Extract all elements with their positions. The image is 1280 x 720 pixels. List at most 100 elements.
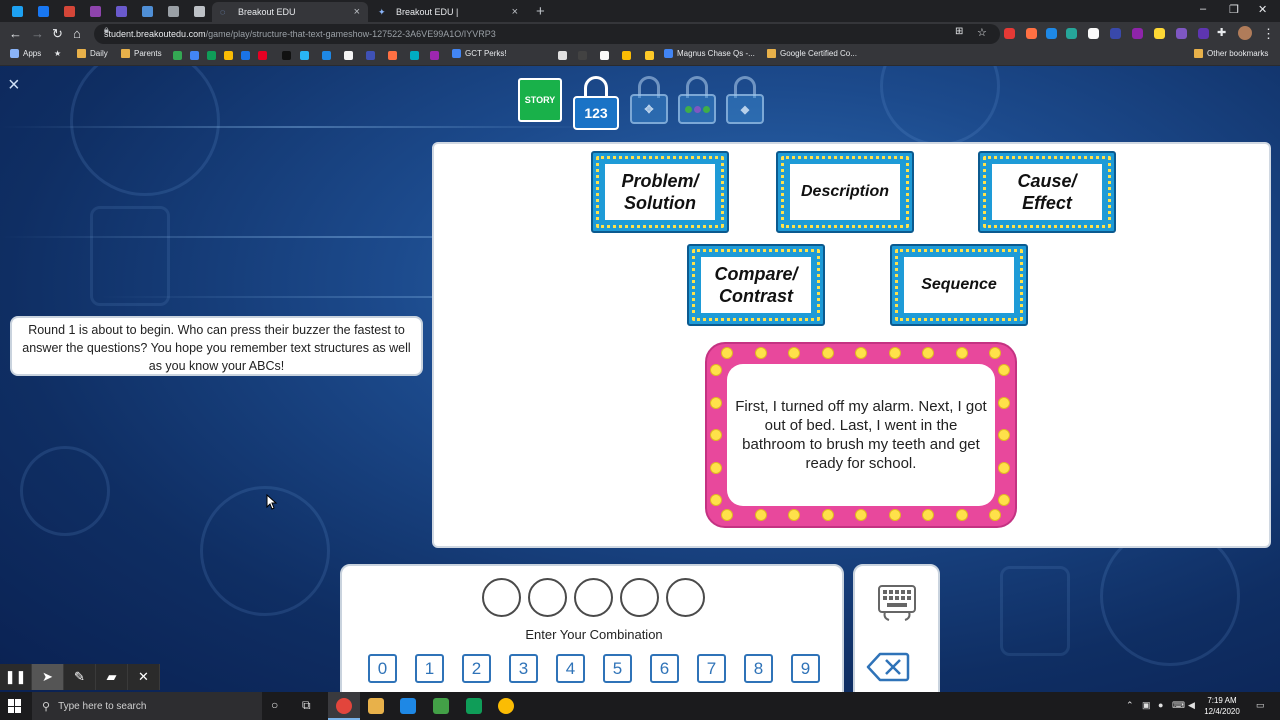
answer-cause-effect[interactable]: Cause/Effect — [978, 151, 1116, 233]
close-tools-icon[interactable]: ✕ — [128, 664, 160, 690]
tray-chevron-icon[interactable]: ⌃ — [1126, 700, 1134, 711]
pinned-tab-c[interactable] — [110, 3, 132, 20]
pinned-tab-twitter[interactable] — [6, 3, 28, 20]
bookmark-parents[interactable]: Parents — [121, 49, 162, 58]
bookmark-gct-perks[interactable]: GCT Perks! — [452, 49, 507, 58]
digit-key-0[interactable]: 0 — [368, 654, 397, 683]
forward-icon[interactable]: → — [31, 26, 44, 41]
pinned-tab-photos[interactable] — [162, 3, 184, 20]
notifications-icon[interactable]: ▭ — [1256, 700, 1265, 711]
tray-app-icon[interactable]: ▣ — [1142, 700, 1151, 711]
android-icon[interactable] — [433, 698, 449, 714]
tab-breakout-edu[interactable]: ◌ Breakout EDU × — [212, 2, 368, 22]
bookmark-icon[interactable] — [410, 51, 419, 60]
tab-close-icon[interactable]: × — [512, 6, 518, 18]
digit-key-1[interactable]: 1 — [415, 654, 444, 683]
back-icon[interactable]: ← — [9, 26, 22, 41]
combination-slot[interactable] — [482, 578, 521, 617]
cortana-icon[interactable]: ○ — [271, 698, 278, 712]
digit-key-4[interactable]: 4 — [556, 654, 585, 683]
bookmark-icon[interactable] — [645, 51, 654, 60]
chrome-icon[interactable] — [336, 698, 352, 714]
directional-lock[interactable]: ✥ — [626, 76, 672, 132]
pinned-tab-facebook[interactable] — [32, 3, 54, 20]
bookmark-star-icon[interactable]: ☆ — [977, 26, 987, 39]
puzzle-icon[interactable]: ✚ — [1217, 26, 1226, 39]
digit-key-9[interactable]: 9 — [791, 654, 820, 683]
window-close-icon[interactable]: ✕ — [1258, 3, 1267, 16]
extension-icon[interactable] — [1154, 28, 1165, 39]
shape-lock[interactable]: ◆ — [722, 76, 768, 132]
extension-icon[interactable] — [1132, 28, 1143, 39]
pinterest-icon[interactable] — [258, 51, 267, 60]
menu-icon[interactable]: ⋮ — [1262, 26, 1275, 42]
answer-compare-contrast[interactable]: Compare/Contrast — [687, 244, 825, 326]
digit-key-3[interactable]: 3 — [509, 654, 538, 683]
bookmark-other[interactable]: Other bookmarks — [1194, 49, 1268, 58]
extension-icon[interactable] — [1046, 28, 1057, 39]
highlighter-tool-icon[interactable]: ▰ — [96, 664, 128, 690]
home-icon[interactable]: ⌂ — [73, 26, 81, 41]
pinned-tab-gmail[interactable] — [58, 3, 80, 20]
system-clock[interactable]: 7:19 AM 12/4/2020 — [1200, 695, 1244, 717]
combination-slot[interactable] — [574, 578, 613, 617]
maximize-icon[interactable]: ❐ — [1229, 3, 1239, 16]
tab-breakout-edu-2[interactable]: ✦ Breakout EDU | × — [370, 2, 526, 22]
combination-slot[interactable] — [620, 578, 659, 617]
extension-icon[interactable] — [1004, 28, 1015, 39]
digit-key-7[interactable]: 7 — [697, 654, 726, 683]
bookmark-star[interactable]: ★ — [54, 49, 61, 58]
digit-key-6[interactable]: 6 — [650, 654, 679, 683]
bookmark-icon[interactable] — [366, 51, 375, 60]
extension-icon[interactable] — [1198, 28, 1209, 39]
extension-icon[interactable] — [1088, 28, 1099, 39]
bookmark-icon[interactable] — [430, 51, 439, 60]
bookmark-icon[interactable] — [558, 51, 567, 60]
digit-key-8[interactable]: 8 — [744, 654, 773, 683]
pinned-tab-misc[interactable] — [188, 3, 210, 20]
bookmark-icon[interactable] — [322, 51, 331, 60]
mail-icon[interactable] — [400, 698, 416, 714]
color-lock[interactable] — [674, 76, 720, 132]
answer-problem-solution[interactable]: Problem/Solution — [591, 151, 729, 233]
translate-icon[interactable]: ⊞ — [955, 26, 963, 37]
bookmark-daily[interactable]: Daily — [77, 49, 108, 58]
extension-icon[interactable] — [1176, 28, 1187, 39]
reload-icon[interactable]: ↻ — [52, 26, 63, 42]
minimize-icon[interactable]: – — [1200, 3, 1206, 15]
hangouts-icon[interactable] — [466, 698, 482, 714]
volume-icon[interactable]: ◀ — [1188, 700, 1195, 711]
close-game-icon[interactable]: × — [8, 74, 20, 97]
bookmark-icon[interactable] — [600, 51, 609, 60]
backspace-icon[interactable] — [866, 652, 910, 682]
bookmark-icon[interactable] — [224, 51, 233, 60]
profile-avatar[interactable] — [1238, 26, 1252, 40]
drive-icon[interactable] — [173, 51, 182, 60]
tray-mic-icon[interactable]: ● — [1158, 700, 1163, 710]
digit-key-2[interactable]: 2 — [462, 654, 491, 683]
address-bar[interactable]: 🔒︎ student.breakoutedu.com/game/play/str… — [94, 24, 1000, 44]
classroom-icon[interactable] — [207, 51, 216, 60]
file-explorer-icon[interactable] — [368, 698, 384, 714]
bookmark-icon[interactable] — [344, 51, 353, 60]
taskbar-search[interactable]: ⚲ Type here to search — [32, 692, 262, 720]
chrome-icon[interactable] — [498, 698, 514, 714]
combination-slot[interactable] — [528, 578, 567, 617]
digit-key-5[interactable]: 5 — [603, 654, 632, 683]
bookmark-google-certified[interactable]: Google Certified Co... — [767, 49, 857, 58]
numeric-lock[interactable]: 123 — [573, 76, 619, 132]
pause-icon[interactable]: ❚❚ — [0, 664, 32, 690]
pointer-tool-icon[interactable]: ➤ — [32, 664, 64, 690]
docs-icon[interactable] — [190, 51, 199, 60]
extension-icon[interactable] — [1026, 28, 1037, 39]
bookmark-apps[interactable]: Apps — [10, 49, 41, 58]
windows-start-icon[interactable] — [8, 699, 22, 713]
bookmark-icon[interactable] — [282, 51, 291, 60]
combination-slot[interactable] — [666, 578, 705, 617]
bookmark-magnus-chase[interactable]: Magnus Chase Qs -... — [664, 49, 755, 58]
extension-icon[interactable] — [1110, 28, 1121, 39]
bookmark-icon[interactable] — [388, 51, 397, 60]
pinned-tab-purple[interactable] — [84, 3, 106, 20]
answer-sequence[interactable]: Sequence — [890, 244, 1028, 326]
task-view-icon[interactable]: ⧉ — [302, 698, 311, 713]
